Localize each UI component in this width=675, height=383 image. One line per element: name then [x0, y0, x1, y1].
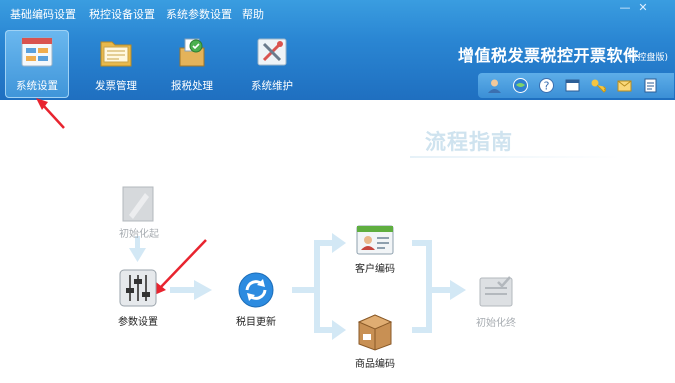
flow-node-init-start: 初始化起 — [115, 185, 163, 241]
customer-code-label: 客户编码 — [355, 264, 395, 275]
customer-card-icon — [356, 225, 394, 255]
init-end-label: 初始化终 — [476, 318, 516, 329]
tax-update-label: 税目更新 — [236, 317, 276, 328]
goods-code-label: 商品编码 — [355, 359, 395, 370]
flow-node-customer-code[interactable]: 客户编码 — [348, 220, 402, 276]
init-start-label: 初始化起 — [119, 229, 159, 240]
params-label: 参数设置 — [118, 317, 158, 328]
flow-node-tax-update[interactable]: 税目更新 — [228, 270, 284, 328]
flow-connectors — [36, 98, 466, 340]
refresh-icon — [238, 272, 274, 308]
flow-node-params[interactable]: 参数设置 — [112, 268, 164, 328]
init-start-icon — [122, 186, 154, 222]
params-sliders-icon — [119, 269, 157, 307]
init-end-icon — [479, 276, 513, 307]
flow-node-goods-code[interactable]: 商品编码 — [348, 312, 402, 370]
flow-node-init-end: 初始化终 — [468, 272, 524, 330]
goods-box-icon — [357, 314, 393, 351]
